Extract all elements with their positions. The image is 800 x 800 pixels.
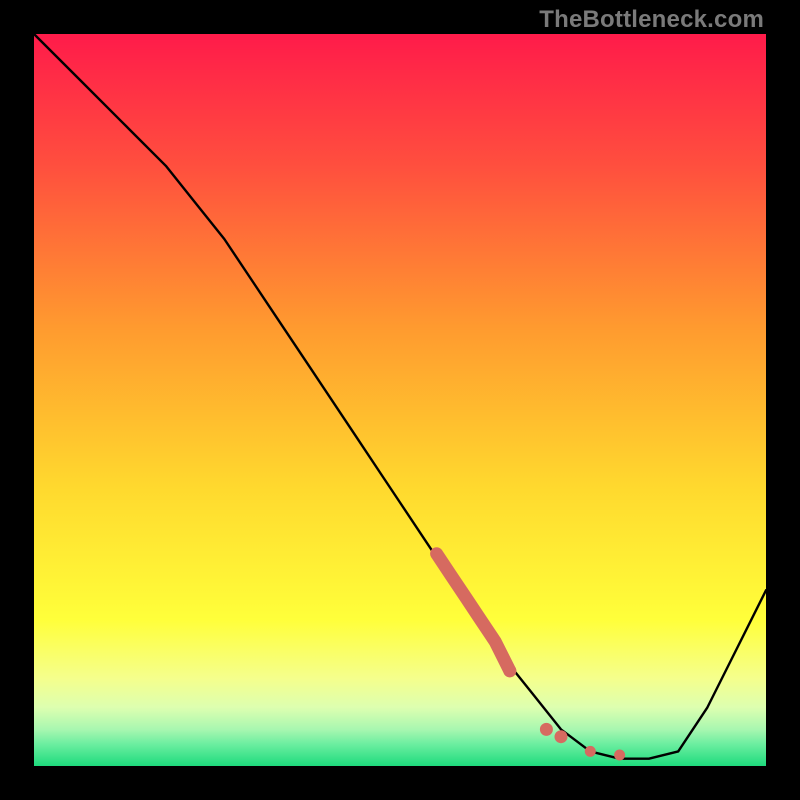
highlight-dot [585, 746, 596, 757]
highlight-dot [614, 750, 625, 761]
bottleneck-chart [34, 34, 766, 766]
watermark-text: TheBottleneck.com [539, 6, 764, 34]
chart-frame [34, 34, 766, 766]
highlight-dot [540, 723, 553, 736]
highlight-dot [503, 664, 516, 677]
highlight-dot [555, 730, 568, 743]
